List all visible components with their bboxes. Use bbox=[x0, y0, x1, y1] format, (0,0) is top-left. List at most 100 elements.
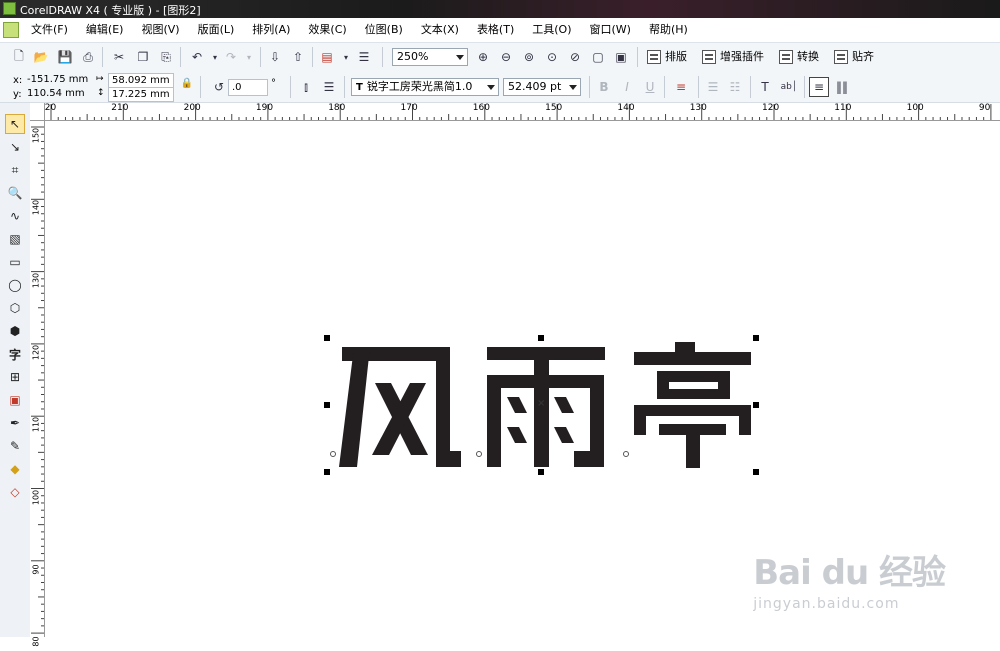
rectangle-tool-icon[interactable]: ▭ bbox=[5, 252, 25, 272]
fill-tool-icon[interactable]: ◆ bbox=[5, 459, 25, 479]
import-icon[interactable]: ⇩ bbox=[266, 48, 284, 66]
italic-button[interactable]: I bbox=[618, 78, 636, 96]
horizontal-text-icon[interactable]: ≡ bbox=[809, 77, 829, 97]
zoom-in-icon[interactable]: ⊕ bbox=[474, 48, 492, 66]
menu-layout[interactable]: 版面(L) bbox=[189, 18, 244, 42]
selection-handle-bottom-right[interactable] bbox=[753, 469, 759, 475]
zoom-level-select[interactable]: 250% bbox=[392, 48, 468, 66]
edit-text-icon[interactable]: ab│ bbox=[780, 78, 798, 96]
redo-dropdown-icon[interactable]: ▾ bbox=[240, 48, 258, 66]
bullet-list-icon[interactable]: ☰ bbox=[704, 78, 722, 96]
plugin-snap-button[interactable]: 贴齐 bbox=[832, 47, 874, 67]
menu-file[interactable]: 文件(F) bbox=[22, 18, 77, 42]
menu-bitmaps[interactable]: 位图(B) bbox=[356, 18, 412, 42]
menu-text[interactable]: 文本(X) bbox=[412, 18, 468, 42]
selection-handle-right[interactable] bbox=[753, 402, 759, 408]
lock-ratio-icon[interactable]: 🔒 bbox=[178, 74, 196, 92]
plugin-enhance-button[interactable]: 增强插件 bbox=[700, 47, 764, 67]
toolbar-separator bbox=[589, 76, 590, 98]
table-tool-icon[interactable]: ⊞ bbox=[5, 367, 25, 387]
horizontal-ruler[interactable]: 220 210 200 190 180 170 160 150 140 130 120 110 100 9… bbox=[30, 103, 1000, 121]
shape-tool-icon[interactable]: ↘ bbox=[5, 137, 25, 157]
smart-fill-tool-icon[interactable]: ▧ bbox=[5, 229, 25, 249]
menu-arrange[interactable]: 排列(A) bbox=[243, 18, 299, 42]
polygon-tool-icon[interactable]: ⬡ bbox=[5, 298, 25, 318]
toolbar-separator bbox=[200, 76, 201, 98]
rotation-center-icon[interactable]: × bbox=[537, 398, 545, 409]
save-icon[interactable]: 💾 bbox=[56, 48, 74, 66]
text-tool-icon[interactable]: 字 bbox=[5, 344, 25, 364]
application-launcher-icon[interactable]: ▤ bbox=[318, 48, 336, 66]
ruler-label: 110 bbox=[31, 417, 41, 433]
ruler-origin[interactable] bbox=[30, 103, 45, 121]
selection-handle-top-right[interactable] bbox=[753, 335, 759, 341]
zoom-all-objects-icon[interactable]: ⊙ bbox=[543, 48, 561, 66]
text-node-marker[interactable] bbox=[623, 451, 629, 457]
mirror-vertical-icon[interactable]: ☰ bbox=[320, 78, 338, 96]
zoom-out-icon[interactable]: ⊖ bbox=[497, 48, 515, 66]
outline-pen-tool-icon[interactable]: ✎ bbox=[5, 436, 25, 456]
menu-tools[interactable]: 工具(O) bbox=[523, 18, 580, 42]
font-family-select[interactable]: T 锐字工房荣光黑简1.0 bbox=[351, 78, 499, 96]
baidu-logo: Bai du 经验 bbox=[753, 553, 946, 593]
x-position-field[interactable]: -151.75 mm bbox=[24, 73, 90, 88]
export-icon[interactable]: ⇧ bbox=[289, 48, 307, 66]
underline-button[interactable]: U bbox=[641, 78, 659, 96]
open-folder-icon[interactable]: 📂 bbox=[32, 48, 50, 66]
menu-edit[interactable]: 编辑(E) bbox=[77, 18, 133, 42]
redo-icon[interactable]: ↷ bbox=[222, 48, 240, 66]
zoom-page-height-icon[interactable]: ▣ bbox=[612, 48, 630, 66]
mirror-horizontal-icon[interactable]: ⫾ bbox=[297, 78, 315, 96]
vertical-ruler[interactable]: 150 140 130 120 110 100 90 80 bbox=[30, 120, 45, 647]
text-node-marker[interactable] bbox=[476, 451, 482, 457]
menu-view[interactable]: 视图(V) bbox=[132, 18, 188, 42]
plugin-snap-label: 贴齐 bbox=[852, 50, 874, 63]
drop-cap-icon[interactable]: ☷ bbox=[726, 78, 744, 96]
zoom-selected-icon[interactable]: ⊚ bbox=[520, 48, 538, 66]
eyedropper-tool-icon[interactable]: ✒ bbox=[5, 413, 25, 433]
interactive-blend-tool-icon[interactable]: ▣ bbox=[5, 390, 25, 410]
bold-button[interactable]: B bbox=[595, 78, 613, 96]
selection-handle-top-left[interactable] bbox=[324, 335, 330, 341]
ruler-label: 160 bbox=[472, 103, 490, 113]
width-field[interactable]: 58.092 mm bbox=[108, 73, 174, 88]
ellipse-tool-icon[interactable]: ◯ bbox=[5, 275, 25, 295]
plugin-convert-button[interactable]: 转换 bbox=[777, 47, 819, 67]
menu-table[interactable]: 表格(T) bbox=[468, 18, 523, 42]
print-icon[interactable]: ⎙ bbox=[79, 48, 97, 66]
text-align-icon[interactable]: ≡ bbox=[672, 78, 690, 96]
crop-tool-icon[interactable]: ⌗ bbox=[5, 160, 25, 180]
text-node-marker[interactable] bbox=[330, 451, 336, 457]
zoom-page-icon[interactable]: ⊘ bbox=[566, 48, 584, 66]
freehand-tool-icon[interactable]: ∿ bbox=[5, 206, 25, 226]
height-field[interactable]: 17.225 mm bbox=[108, 87, 174, 102]
basic-shapes-tool-icon[interactable]: ⬢ bbox=[5, 321, 25, 341]
document-icon[interactable] bbox=[3, 22, 19, 38]
menu-window[interactable]: 窗口(W) bbox=[581, 18, 640, 42]
interactive-fill-tool-icon[interactable]: ◇ bbox=[5, 482, 25, 502]
copy-icon[interactable]: ❐ bbox=[134, 48, 152, 66]
zoom-tool-icon[interactable]: 🔍 bbox=[5, 183, 25, 203]
plugin-icon bbox=[779, 50, 793, 64]
selection-handle-bottom-left[interactable] bbox=[324, 469, 330, 475]
selection-handle-top[interactable] bbox=[538, 335, 544, 341]
y-position-field[interactable]: 110.54 mm bbox=[24, 87, 90, 102]
paste-icon[interactable]: ⎘ bbox=[157, 48, 175, 66]
plugin-icon bbox=[834, 50, 848, 64]
pick-tool-icon[interactable]: ↖ bbox=[5, 114, 25, 134]
cut-icon[interactable]: ✂ bbox=[110, 48, 128, 66]
selection-handle-left[interactable] bbox=[324, 402, 330, 408]
menu-help[interactable]: 帮助(H) bbox=[640, 18, 697, 42]
font-size-select[interactable]: 52.409 pt bbox=[503, 78, 581, 96]
menu-effects[interactable]: 效果(C) bbox=[299, 18, 355, 42]
undo-icon[interactable]: ↶ bbox=[188, 48, 206, 66]
format-text-icon[interactable]: 𝖳 bbox=[756, 78, 774, 96]
plugin-typeset-button[interactable]: 排版 bbox=[645, 47, 687, 67]
welcome-screen-icon[interactable]: ☰ bbox=[355, 48, 373, 66]
zoom-page-width-icon[interactable]: ▢ bbox=[589, 48, 607, 66]
selection-handle-bottom[interactable] bbox=[538, 469, 544, 475]
rotation-angle-field[interactable]: .0 bbox=[228, 79, 268, 96]
new-document-icon[interactable]: 🗋 bbox=[10, 48, 28, 66]
vertical-text-icon[interactable]: ‖‖ bbox=[833, 78, 851, 96]
launcher-dropdown-icon[interactable]: ▾ bbox=[337, 48, 355, 66]
